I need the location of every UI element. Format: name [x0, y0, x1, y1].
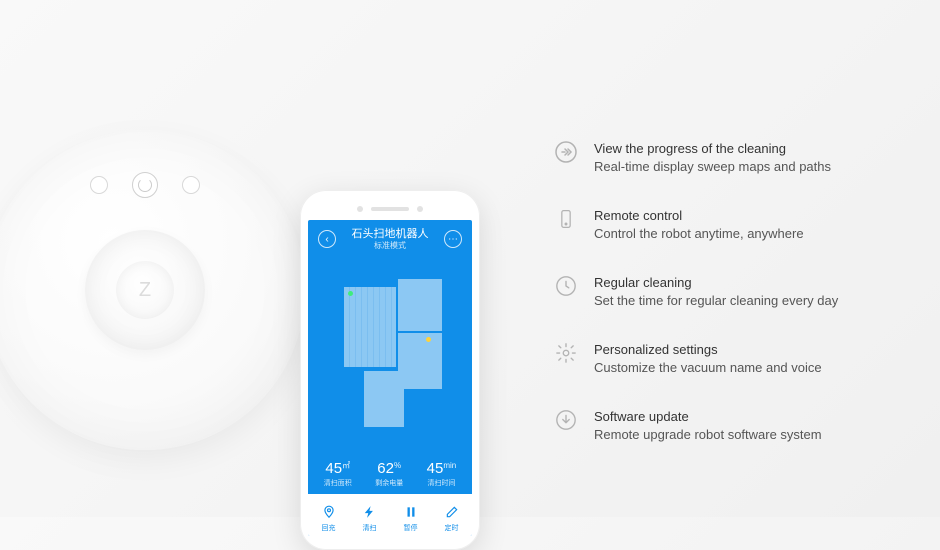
feature-title: Personalized settings	[594, 341, 822, 359]
remote-icon	[554, 207, 578, 231]
feature-list: View the progress of the cleaning Real-t…	[554, 140, 894, 443]
feature-desc: Set the time for regular cleaning every …	[594, 292, 838, 310]
map-room	[398, 279, 442, 331]
nav-pause[interactable]: 暂停	[390, 494, 431, 536]
power-button-icon	[132, 172, 158, 198]
feature-desc: Remote upgrade robot software system	[594, 426, 822, 444]
feature-title: Software update	[594, 408, 822, 426]
stat-area: 45㎡ 清扫面积	[324, 460, 352, 488]
front-camera-icon	[357, 206, 363, 212]
nav-label: 清扫	[363, 523, 377, 533]
app-screen: ‹ 石头扫地机器人 标准模式 ⋯ 45㎡ 清扫面积 62% 剩余电量	[308, 220, 472, 536]
bolt-icon	[362, 504, 378, 520]
progress-icon	[554, 140, 578, 164]
stat-time: 45min 清扫时间	[427, 460, 457, 488]
logo-badge: Z	[116, 261, 174, 319]
stat-value: 45	[427, 460, 444, 477]
feature-progress: View the progress of the cleaning Real-t…	[554, 140, 894, 175]
feature-text: Software update Remote upgrade robot sof…	[594, 408, 822, 443]
stat-value: 62	[377, 460, 394, 477]
map-room	[344, 287, 396, 367]
settings-icon	[554, 341, 578, 365]
home-button-icon	[90, 176, 108, 194]
stat-label: 清扫时间	[427, 478, 457, 488]
pin-icon	[321, 504, 337, 520]
nav-label: 定时	[445, 523, 459, 533]
feature-title: Remote control	[594, 207, 804, 225]
nav-label: 回充	[322, 523, 336, 533]
map-room	[398, 333, 442, 389]
feature-desc: Real-time display sweep maps and paths	[594, 158, 831, 176]
download-icon	[554, 408, 578, 432]
earpiece-icon	[371, 207, 409, 211]
cleaning-map[interactable]	[308, 259, 472, 454]
feature-text: Remote control Control the robot anytime…	[594, 207, 804, 242]
bottom-nav: 回充 清扫 暂停 定时	[308, 494, 472, 536]
feature-remote: Remote control Control the robot anytime…	[554, 207, 894, 242]
pause-icon	[403, 504, 419, 520]
back-icon[interactable]: ‹	[318, 230, 336, 248]
more-icon[interactable]: ⋯	[444, 230, 462, 248]
feature-desc: Customize the vacuum name and voice	[594, 359, 822, 377]
feature-text: View the progress of the cleaning Real-t…	[594, 140, 831, 175]
map-room	[364, 371, 404, 427]
feature-text: Personalized settings Customize the vacu…	[594, 341, 822, 376]
feature-personalize: Personalized settings Customize the vacu…	[554, 341, 894, 376]
feature-title: View the progress of the cleaning	[594, 140, 831, 158]
feature-update: Software update Remote upgrade robot sof…	[554, 408, 894, 443]
feature-title: Regular cleaning	[594, 274, 838, 292]
robot-buttons	[90, 172, 200, 198]
phone-top	[308, 198, 472, 220]
robot-vacuum: Z	[0, 130, 305, 450]
clock-icon	[554, 274, 578, 298]
stat-label: 清扫面积	[324, 478, 352, 488]
feature-desc: Control the robot anytime, anywhere	[594, 225, 804, 243]
app-title: 石头扫地机器人 标准模式	[352, 228, 429, 251]
nav-dock[interactable]: 回充	[308, 494, 349, 536]
stat-unit: %	[394, 461, 401, 470]
app-header: ‹ 石头扫地机器人 标准模式 ⋯	[308, 220, 472, 255]
dock-marker-icon	[426, 337, 431, 342]
stats-row: 45㎡ 清扫面积 62% 剩余电量 45min 清扫时间	[308, 458, 472, 494]
nav-clean[interactable]: 清扫	[349, 494, 390, 536]
stat-value: 45	[325, 460, 342, 477]
stat-unit: ㎡	[342, 461, 350, 470]
nav-label: 暂停	[404, 523, 418, 533]
stat-label: 剩余电量	[375, 478, 403, 488]
app-subtitle-text: 标准模式	[352, 241, 429, 251]
robot-marker-icon	[348, 291, 353, 296]
stat-unit: min	[443, 461, 456, 470]
smartphone: ‹ 石头扫地机器人 标准模式 ⋯ 45㎡ 清扫面积 62% 剩余电量	[300, 190, 480, 550]
feature-text: Regular cleaning Set the time for regula…	[594, 274, 838, 309]
nav-schedule[interactable]: 定时	[431, 494, 472, 536]
app-title-text: 石头扫地机器人	[352, 228, 429, 241]
stat-battery: 62% 剩余电量	[375, 460, 403, 488]
spot-button-icon	[182, 176, 200, 194]
feature-schedule: Regular cleaning Set the time for regula…	[554, 274, 894, 309]
lidar-hub: Z	[85, 230, 205, 350]
sensor-icon	[417, 206, 423, 212]
edit-icon	[444, 504, 460, 520]
